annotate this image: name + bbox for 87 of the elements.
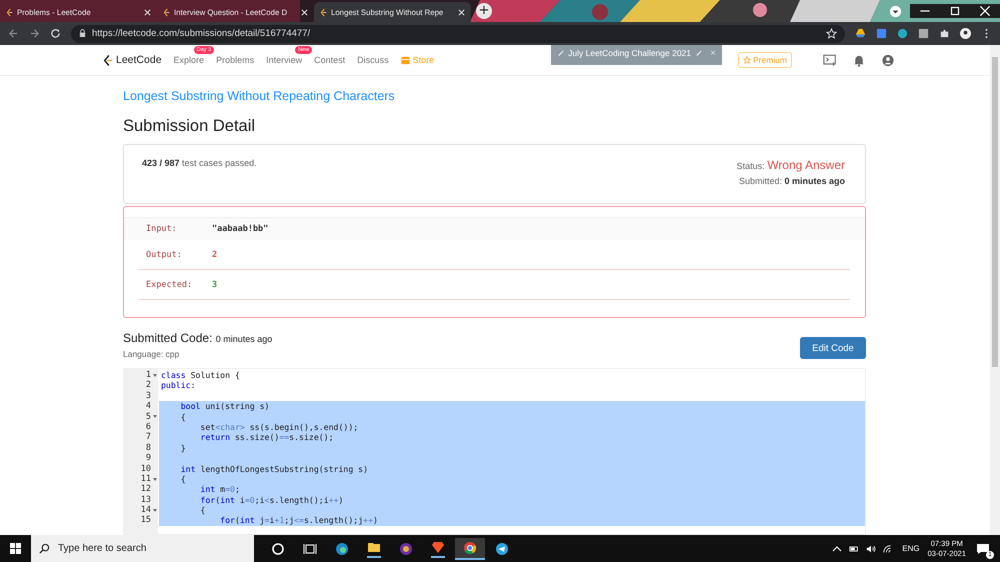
translate-icon[interactable] <box>876 28 887 39</box>
line-number: 9 <box>146 453 151 464</box>
language-text: Language: cpp <box>123 349 180 359</box>
submitted-text: Submitted: 0 minutes ago <box>738 176 845 186</box>
line-number: 3 <box>146 390 151 402</box>
close-icon[interactable] <box>301 8 308 16</box>
close-icon[interactable] <box>458 8 465 16</box>
code-line: public: <box>160 380 197 391</box>
language-indicator[interactable]: ENG <box>902 544 920 553</box>
status-text: Status: Wrong Answer <box>736 158 845 172</box>
bell-icon[interactable] <box>852 54 866 66</box>
code-line: class Solution { <box>160 370 241 380</box>
drive-icon[interactable] <box>855 28 866 39</box>
extension-icon[interactable] <box>918 28 929 39</box>
line-number: 7 <box>146 432 151 443</box>
reload-icon[interactable] <box>50 28 61 39</box>
app-icon[interactable] <box>399 542 413 556</box>
wifi-icon[interactable] <box>883 544 894 554</box>
minimize-icon[interactable] <box>910 4 940 18</box>
result-value: 2 <box>212 250 218 260</box>
brave-icon[interactable] <box>431 540 445 558</box>
close-icon[interactable] <box>970 4 1000 18</box>
notification-icon[interactable] <box>976 542 990 554</box>
nav-link[interactable]: Contest <box>314 55 346 65</box>
result-value: "aabaab!bb" <box>212 224 268 234</box>
fold-icon[interactable] <box>152 478 156 481</box>
line-number: 13 <box>140 494 151 506</box>
search-icon <box>39 543 50 554</box>
page-heading: Submission Detail <box>123 116 256 137</box>
close-icon[interactable] <box>144 8 151 16</box>
line-number: 4 <box>146 401 151 412</box>
line-number: 10 <box>140 464 151 474</box>
scrollbar[interactable] <box>990 45 1000 535</box>
line-number: 15 <box>140 515 151 526</box>
star-icon[interactable] <box>826 28 837 39</box>
test-cases-text: 423 / 987 test cases passed. <box>142 158 257 170</box>
back-icon[interactable] <box>8 28 19 39</box>
forward-icon[interactable] <box>29 28 40 39</box>
problem-title-link[interactable]: Longest Substring Without Repeating Characters <box>123 86 866 106</box>
nav-link[interactable]: Explore <box>174 55 204 65</box>
extension-icon[interactable] <box>897 28 908 39</box>
fold-icon[interactable] <box>152 415 156 418</box>
star-icon <box>742 56 751 64</box>
chevron-up-icon[interactable] <box>832 544 842 554</box>
result-value: 3 <box>212 280 218 290</box>
nav-link[interactable]: Discuss <box>357 55 389 65</box>
fold-icon[interactable] <box>152 374 156 377</box>
leetcode-icon <box>320 8 327 16</box>
line-number: 2 <box>146 380 151 391</box>
avatar-icon[interactable] <box>960 28 971 39</box>
user-icon[interactable] <box>881 54 895 66</box>
line-number: 12 <box>140 484 151 495</box>
nav-link[interactable]: Interview <box>266 55 302 65</box>
chrome-icon[interactable] <box>455 538 485 560</box>
task-view-icon[interactable] <box>303 542 317 556</box>
profile-icon[interactable] <box>889 4 902 18</box>
fold-icon[interactable] <box>152 508 156 512</box>
edge-icon[interactable] <box>335 542 349 556</box>
taskbar-search-field[interactable]: Type here to search <box>31 535 254 562</box>
lock-icon <box>79 29 86 38</box>
nav-link[interactable]: Problems <box>216 55 254 65</box>
cortana-icon[interactable] <box>271 542 285 556</box>
logo[interactable]: LeetCode <box>103 54 162 66</box>
search-placeholder: Type here to search <box>58 543 146 554</box>
line-number: 14 <box>140 505 151 516</box>
volume-icon[interactable] <box>866 544 876 554</box>
puzzle-icon[interactable] <box>939 28 950 39</box>
line-number: 1 <box>146 370 151 380</box>
challenge-banner[interactable]: July LeetCoding Challenge 2021 × <box>551 45 722 65</box>
telegram-icon[interactable] <box>495 542 509 556</box>
leetcode-icon <box>163 8 170 16</box>
submitted-code-heading: Submitted Code: 0 minutes ago <box>123 331 272 345</box>
challenge-label: July LeetCoding Challenge 2021 <box>568 48 692 58</box>
edit-code-button[interactable]: Edit Code <box>800 337 866 359</box>
line-number: 6 <box>146 422 151 432</box>
playground-icon[interactable] <box>823 54 837 66</box>
address-field[interactable]: https://leetcode.com/submissions/detail/516774477/ <box>71 24 845 42</box>
line-number: 11 <box>140 474 151 484</box>
line-number: 5 <box>146 412 151 422</box>
battery-icon[interactable] <box>849 544 860 554</box>
result-label: Input: <box>145 224 178 234</box>
result-label: Expected: <box>145 280 194 290</box>
windows-start-icon[interactable] <box>10 543 21 554</box>
leetcode-icon <box>6 8 13 16</box>
line-number: 8 <box>146 442 151 454</box>
result-label: Output: <box>145 250 183 260</box>
store-icon <box>400 56 410 64</box>
